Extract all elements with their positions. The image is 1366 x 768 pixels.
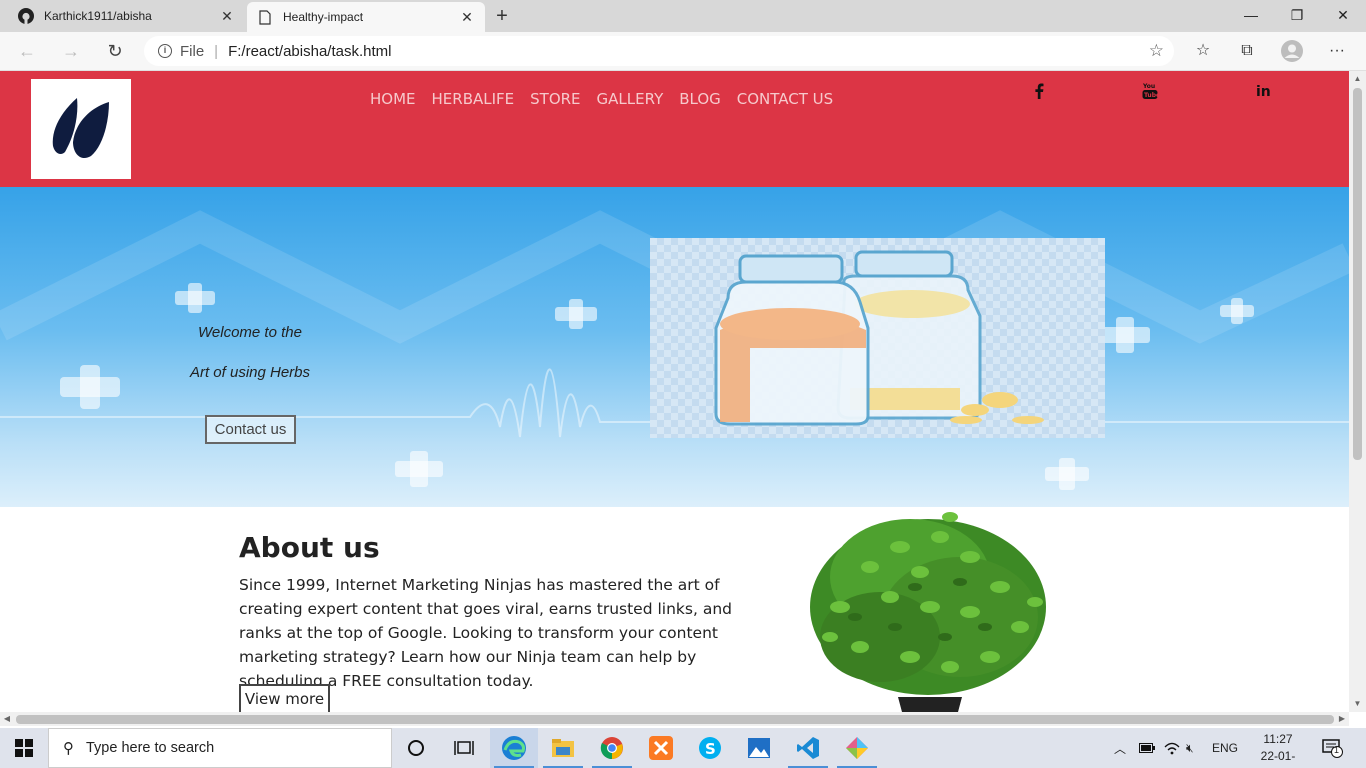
svg-text:You: You (1142, 83, 1155, 90)
file-explorer-icon[interactable] (539, 728, 587, 768)
url-separator: | (214, 42, 219, 60)
facebook-icon[interactable] (1029, 81, 1049, 101)
url-text[interactable]: F:/react/abisha/task.html (228, 43, 391, 60)
tab-strip: Karthick1911/abisha ✕ Healthy-impact ✕ +… (0, 0, 1366, 32)
scroll-up-icon[interactable]: ▲ (1349, 71, 1366, 87)
page-viewport: HOME HERBALIFE STORE GALLERY BLOG CONTAC… (0, 71, 1349, 712)
hero-banner: Welcome to the Art of using Herbs Contac… (0, 187, 1349, 507)
hero-tagline-text: Art of using Herbs (189, 364, 311, 381)
github-icon (18, 8, 34, 24)
linkedin-icon[interactable]: in (1254, 81, 1274, 101)
task-view-icon[interactable] (440, 728, 488, 768)
svg-text:Tube: Tube (1144, 92, 1158, 99)
close-tab-icon[interactable]: ✕ (215, 8, 239, 25)
svg-text:S: S (705, 740, 716, 758)
nav-herbalife[interactable]: HERBALIFE (424, 90, 523, 108)
vertical-scrollbar[interactable]: ▲ ▼ (1349, 71, 1366, 712)
browser-toolbar: ← → ↻ i File | F:/react/abisha/task.html… (0, 32, 1366, 71)
close-window-button[interactable]: ✕ (1320, 0, 1366, 32)
nav-contact-us[interactable]: CONTACT US (729, 90, 841, 108)
horizontal-scrollbar[interactable]: ◀ ▶ (0, 712, 1349, 726)
tab-title: Karthick1911/abisha (44, 9, 152, 23)
site-header: HOME HERBALIFE STORE GALLERY BLOG CONTAC… (0, 71, 1349, 187)
search-placeholder: Type here to search (86, 740, 215, 756)
clock[interactable]: 11:27 22-01-2021 (1252, 731, 1304, 768)
about-text: Since 1999, Internet Marketing Ninjas ha… (239, 576, 732, 690)
photos-icon[interactable] (735, 728, 783, 768)
url-scheme: File (180, 42, 205, 60)
more-menu-icon[interactable]: ··· (1322, 38, 1352, 64)
close-tab-icon[interactable]: ✕ (455, 9, 479, 26)
taskbar-search-box[interactable]: ⚲ Type here to search (48, 728, 392, 768)
view-more-button[interactable]: View more (239, 684, 330, 712)
nav-blog[interactable]: BLOG (671, 90, 729, 108)
profile-avatar-icon[interactable] (1277, 38, 1307, 64)
about-title: About us (239, 531, 380, 564)
scroll-right-icon[interactable]: ▶ (1335, 712, 1349, 726)
wifi-icon[interactable] (1164, 728, 1180, 768)
skype-icon[interactable]: S (686, 728, 734, 768)
main-nav: HOME HERBALIFE STORE GALLERY BLOG CONTAC… (362, 90, 841, 108)
scroll-down-icon[interactable]: ▼ (1349, 696, 1366, 712)
vscode-icon[interactable] (784, 728, 832, 768)
favorite-star-icon[interactable]: ☆ (1149, 41, 1164, 61)
windows-taskbar: ⚲ Type here to search S ︿ 🔇︎ ENG 11:27 2… (0, 728, 1366, 768)
tab-title: Healthy-impact (283, 10, 364, 24)
vertical-scroll-thumb[interactable] (1353, 88, 1362, 460)
scroll-left-icon[interactable]: ◀ (0, 712, 14, 726)
clock-date: 22-01-2021 (1260, 749, 1296, 768)
minimize-button[interactable]: — (1228, 0, 1274, 32)
xampp-icon[interactable] (637, 728, 685, 768)
language-indicator[interactable]: ENG (1212, 728, 1238, 768)
battery-icon[interactable] (1139, 728, 1155, 768)
notification-count: 1 (1334, 745, 1340, 755)
notification-icon[interactable]: 1 (1322, 728, 1344, 768)
nav-gallery[interactable]: GALLERY (589, 90, 672, 108)
leaf-logo-icon (52, 98, 109, 159)
edge-browser-icon[interactable] (490, 728, 538, 768)
nav-home[interactable]: HOME (362, 90, 424, 108)
clock-time: 11:27 (1263, 732, 1293, 746)
chrome-icon[interactable] (588, 728, 636, 768)
pill-jars-image (650, 238, 1105, 438)
search-icon: ⚲ (63, 740, 74, 757)
site-logo[interactable] (31, 79, 131, 179)
tab-github[interactable]: Karthick1911/abisha ✕ (8, 0, 245, 32)
show-hidden-icons[interactable]: ︿ (1114, 728, 1126, 768)
nav-store[interactable]: STORE (522, 90, 588, 108)
svg-text:in: in (1256, 84, 1271, 99)
basil-plant-image (800, 507, 1060, 712)
favorites-icon[interactable]: ☆ (1188, 38, 1218, 64)
youtube-icon[interactable]: You Tube (1140, 81, 1160, 101)
collections-icon[interactable]: ⧉ (1232, 38, 1262, 64)
refresh-button[interactable]: ↻ (100, 38, 130, 64)
hero-welcome-text: Welcome to the (198, 324, 302, 341)
info-icon[interactable]: i (158, 44, 172, 58)
page-icon (257, 9, 273, 25)
address-bar[interactable]: i File | F:/react/abisha/task.html ☆ (144, 36, 1174, 66)
cortana-icon[interactable] (392, 728, 440, 768)
new-tab-button[interactable]: + (490, 4, 514, 28)
forward-button[interactable]: → (56, 38, 86, 64)
contact-us-button[interactable]: Contact us (205, 415, 296, 444)
windows-start-icon[interactable] (0, 728, 48, 768)
restore-button[interactable]: ❐ (1274, 0, 1320, 32)
tab-healthy-impact[interactable]: Healthy-impact ✕ (247, 2, 485, 32)
horizontal-scroll-thumb[interactable] (16, 715, 1334, 724)
paint-3d-icon[interactable] (833, 728, 881, 768)
back-button[interactable]: ← (12, 38, 42, 64)
volume-muted-icon[interactable]: 🔇︎ (1186, 728, 1194, 768)
